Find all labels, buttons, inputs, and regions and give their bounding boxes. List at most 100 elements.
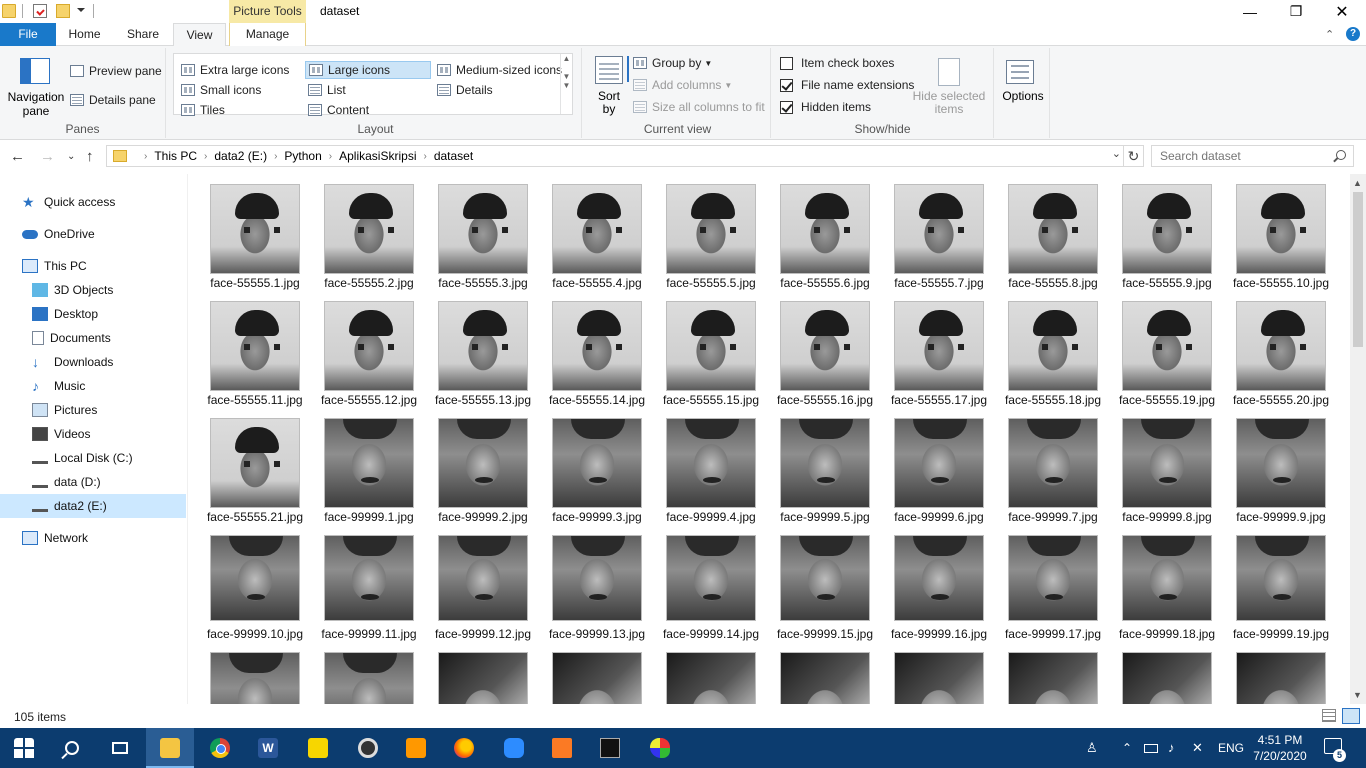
file-item[interactable]: face-55555.17.jpg [882,291,996,408]
file-item[interactable]: face-55555.19.jpg [1110,291,1224,408]
close-button[interactable]: ✕ [1319,0,1365,23]
hidden-items-checkbox[interactable]: Hidden items [780,100,871,114]
folder-icon[interactable] [2,4,16,18]
group-by-button[interactable]: Group by ▼ [633,56,712,70]
file-item[interactable] [654,642,768,704]
chevron-right-icon[interactable]: › [423,151,426,162]
nav-item-3d-objects[interactable]: 3D Objects [0,278,186,302]
file-item[interactable]: face-99999.11.jpg [312,525,426,642]
nav-item-network[interactable]: Network [0,526,186,550]
xampp-taskbar-button[interactable] [538,728,586,768]
file-item[interactable]: face-99999.14.jpg [654,525,768,642]
recent-locations-chevron-icon[interactable]: ⌄ [67,151,75,162]
nav-item-videos[interactable]: Videos [0,422,186,446]
file-item[interactable]: face-99999.6.jpg [882,408,996,525]
large-icons-option[interactable]: Large icons [305,61,431,79]
breadcrumb-item[interactable]: This PC [154,149,197,163]
chrome-taskbar-button[interactable] [196,728,244,768]
back-arrow-icon[interactable]: ← [10,148,25,165]
file-item[interactable]: face-55555.16.jpg [768,291,882,408]
vertical-scrollbar[interactable]: ▲ ▼ [1350,174,1366,704]
checkbox-checked[interactable] [780,100,793,114]
file-item[interactable]: face-99999.17.jpg [996,525,1110,642]
taskbar-search-button[interactable] [48,728,96,768]
maximize-button[interactable]: ❐ [1273,0,1319,23]
expand-ribbon-icon[interactable]: ⌃ [1325,28,1334,41]
nav-item-pictures[interactable]: Pictures [0,398,186,422]
clock[interactable]: 4:51 PM 7/20/2020 [1240,732,1320,764]
zoom-taskbar-button[interactable] [490,728,538,768]
tab-share[interactable]: Share [113,23,173,46]
extra-large-icons-option[interactable]: Extra large icons [178,61,302,79]
nav-item-this-pc[interactable]: This PC [0,254,186,278]
file-item[interactable]: face-55555.14.jpg [540,291,654,408]
file-item[interactable]: face-99999.7.jpg [996,408,1110,525]
add-columns-button[interactable]: Add columns ▼ [633,78,732,92]
checkbox-unchecked[interactable] [780,56,793,70]
chevron-right-icon[interactable]: › [144,151,147,162]
nav-item-downloads[interactable]: ↓ Downloads [0,350,186,374]
sort-icon[interactable] [595,56,623,84]
file-item[interactable]: face-99999.8.jpg [1110,408,1224,525]
file-item[interactable]: face-99999.1.jpg [312,408,426,525]
file-item[interactable]: face-55555.8.jpg [996,174,1110,291]
options-icon[interactable] [1006,60,1034,84]
people-icon[interactable]: ♙ [1086,740,1098,756]
sticky-notes-taskbar-button[interactable] [294,728,342,768]
firefox-taskbar-button[interactable] [440,728,488,768]
paint-taskbar-button[interactable] [636,728,684,768]
file-item[interactable] [882,642,996,704]
file-item[interactable]: face-55555.3.jpg [426,174,540,291]
word-taskbar-button[interactable]: W [244,728,292,768]
forward-arrow-icon[interactable]: → [40,148,55,165]
network-disconnected-icon[interactable]: ✕ [1192,740,1203,756]
hide-selected-icon[interactable] [938,58,960,86]
list-option[interactable]: List [305,81,346,99]
nav-item-data2-e[interactable]: data2 (E:) [0,494,186,518]
nav-item-data-d[interactable]: data (D:) [0,470,186,494]
task-view-button[interactable] [96,728,144,768]
search-box[interactable] [1151,145,1354,167]
properties-icon[interactable] [33,4,47,18]
file-item[interactable]: face-55555.13.jpg [426,291,540,408]
preview-pane-button[interactable]: Preview pane [70,64,162,78]
content-option[interactable]: Content [305,101,369,119]
new-folder-icon[interactable] [56,4,70,18]
tiles-option[interactable]: Tiles [178,101,225,119]
sort-by-button[interactable]: Sort by [591,90,627,116]
file-item[interactable] [1224,642,1338,704]
file-item[interactable] [198,642,312,704]
file-explorer-taskbar-button[interactable] [146,728,194,768]
file-item[interactable]: face-99999.13.jpg [540,525,654,642]
navigation-pane-button[interactable]: Navigation pane [4,90,68,118]
layout-gallery-scrollbar[interactable]: ▲ ▼ ▼ [560,54,572,114]
chevron-down-icon[interactable]: ⌄ [1112,147,1121,160]
help-icon[interactable]: ? [1346,27,1360,41]
file-item[interactable]: face-55555.12.jpg [312,291,426,408]
command-prompt-taskbar-button[interactable] [586,728,634,768]
file-item[interactable]: face-55555.2.jpg [312,174,426,291]
hide-selected-items-button[interactable]: Hide selected items [910,90,988,116]
file-item[interactable]: face-55555.10.jpg [1224,174,1338,291]
file-item[interactable]: face-99999.3.jpg [540,408,654,525]
scrollbar-thumb[interactable] [1353,192,1363,347]
file-item[interactable]: face-55555.6.jpg [768,174,882,291]
volume-icon[interactable]: ♪ [1168,740,1175,755]
details-pane-button[interactable]: Details pane [70,93,156,107]
file-item[interactable]: face-99999.15.jpg [768,525,882,642]
tab-file[interactable]: File [0,23,56,46]
item-check-boxes-checkbox[interactable]: Item check boxes [780,56,894,70]
file-item[interactable]: face-99999.4.jpg [654,408,768,525]
file-item[interactable] [996,642,1110,704]
nav-item-documents[interactable]: Documents [0,326,186,350]
chevron-right-icon[interactable]: › [329,151,332,162]
file-item[interactable]: face-55555.11.jpg [198,291,312,408]
minimize-button[interactable]: — [1227,0,1273,23]
breadcrumb-item[interactable]: data2 (E:) [214,149,267,163]
file-name-extensions-checkbox[interactable]: File name extensions [780,78,914,92]
file-item[interactable]: face-99999.19.jpg [1224,525,1338,642]
file-item[interactable]: face-99999.12.jpg [426,525,540,642]
file-item[interactable]: face-55555.21.jpg [198,408,312,525]
customize-toolbar-dropdown-icon[interactable] [77,8,85,12]
options-button[interactable]: Options [998,90,1048,103]
